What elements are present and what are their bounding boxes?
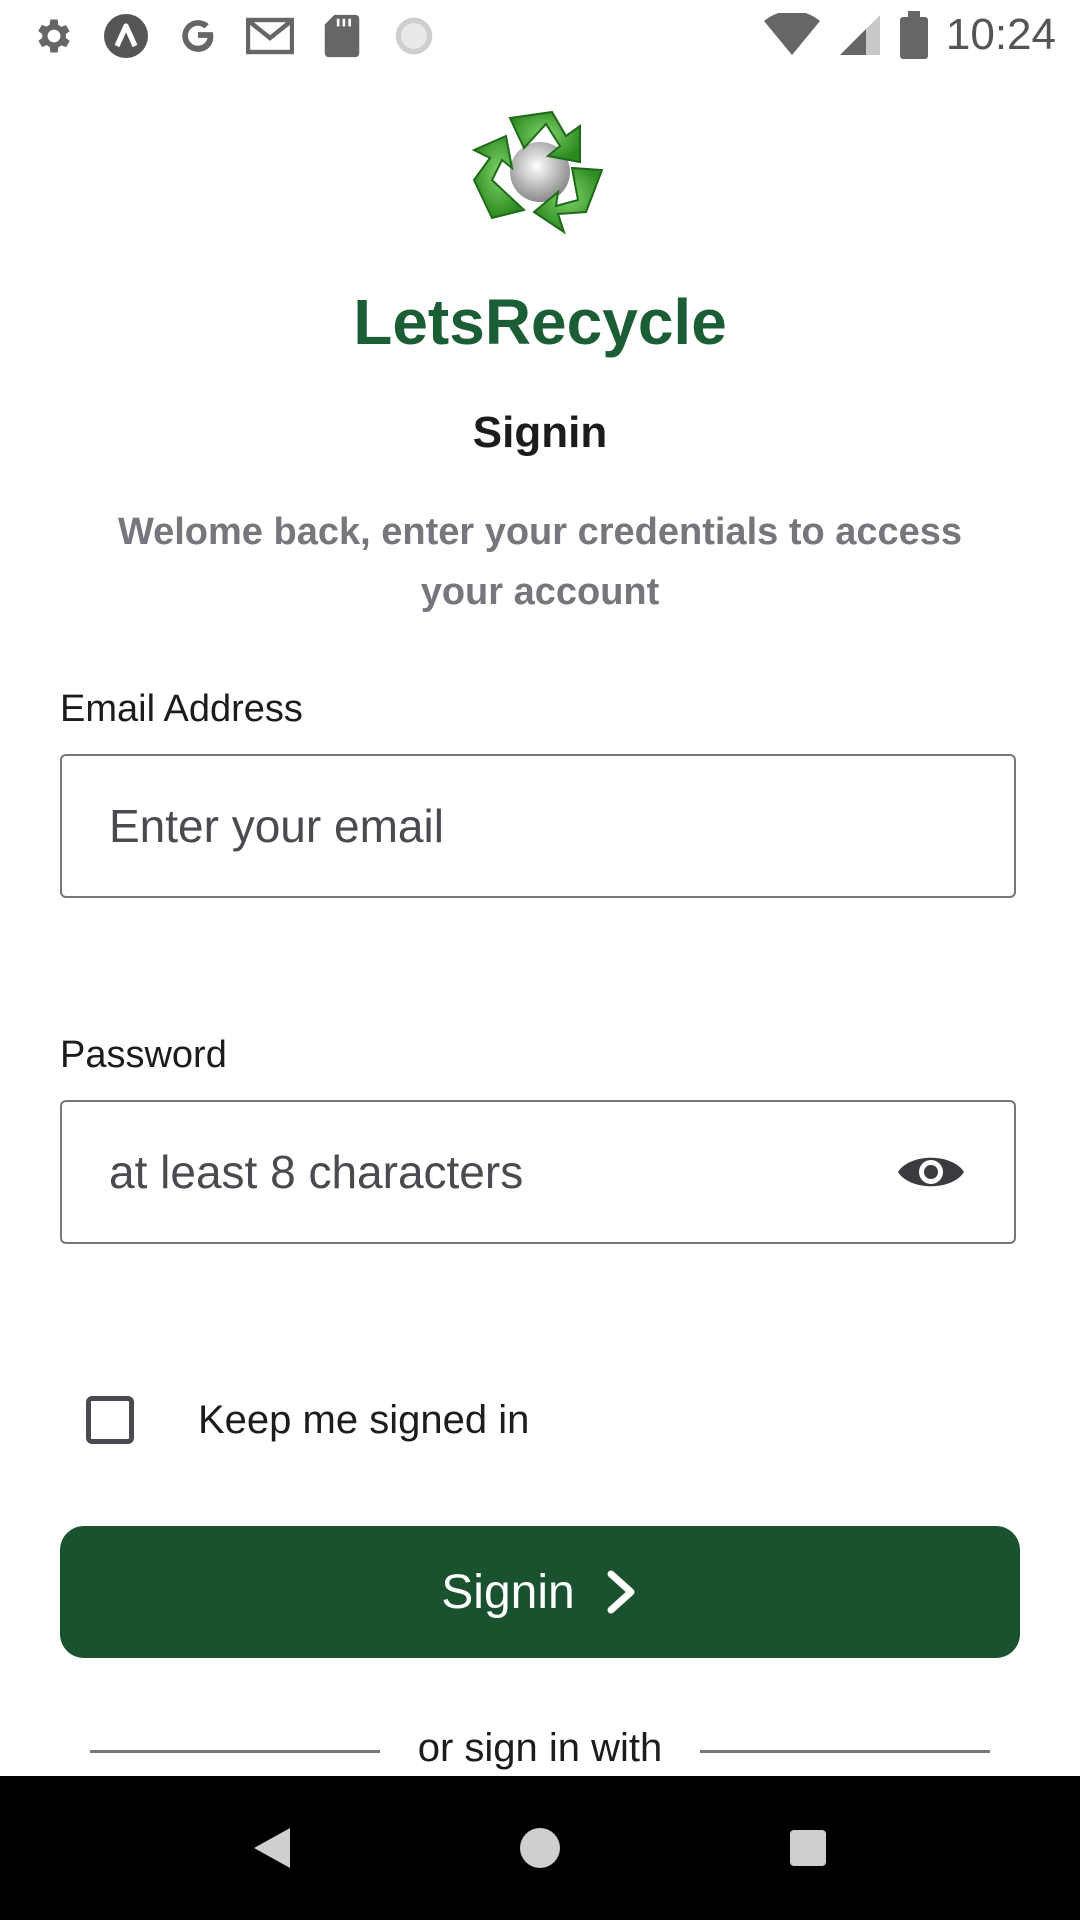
keep-signed-in-label: Keep me signed in [198, 1397, 530, 1442]
alt-signin-divider: or sign in with [90, 1722, 990, 1778]
email-field[interactable]: Enter your email [60, 754, 1016, 898]
battery-icon [899, 11, 928, 59]
signin-button[interactable]: Signin [60, 1526, 1020, 1658]
show-password-eye-icon[interactable] [896, 1147, 966, 1197]
launcher-a-icon [102, 12, 150, 60]
sd-card-icon [318, 12, 366, 60]
email-label: Email Address [60, 688, 303, 730]
system-icons: 10:24 [763, 10, 1056, 60]
signin-button-label: Signin [441, 1565, 575, 1619]
password-label: Password [60, 1034, 227, 1076]
recents-icon[interactable] [776, 1816, 840, 1880]
status-bar: 10:24 [0, 0, 1080, 72]
email-placeholder: Enter your email [109, 800, 444, 852]
back-icon[interactable] [240, 1816, 304, 1880]
cell-signal-icon [839, 15, 880, 55]
chevron-right-icon [607, 1570, 635, 1614]
clock: 10:24 [945, 10, 1056, 59]
welcome-subtitle: Welome back, enter your credentials to a… [117, 511, 963, 613]
google-g-icon [174, 12, 222, 60]
divider-line-right [700, 1750, 990, 1753]
alt-signin-text: or sign in with [417, 1726, 663, 1770]
gear-icon [30, 12, 78, 60]
page-title: Signin [472, 408, 608, 457]
password-field[interactable]: at least 8 characters [60, 1100, 1016, 1244]
keep-signed-in-row[interactable]: Keep me signed in [86, 1396, 529, 1444]
app-title: LetsRecycle [353, 286, 727, 358]
navigation-bar [0, 1776, 1080, 1920]
loading-spinner-icon [390, 12, 438, 60]
wifi-icon [763, 13, 820, 55]
keep-signed-in-checkbox[interactable] [86, 1396, 134, 1444]
notification-icons [30, 12, 438, 60]
password-placeholder: at least 8 characters [109, 1146, 524, 1198]
recycle-logo-icon [462, 100, 618, 250]
gmail-icon [246, 12, 294, 60]
home-icon[interactable] [508, 1816, 572, 1880]
